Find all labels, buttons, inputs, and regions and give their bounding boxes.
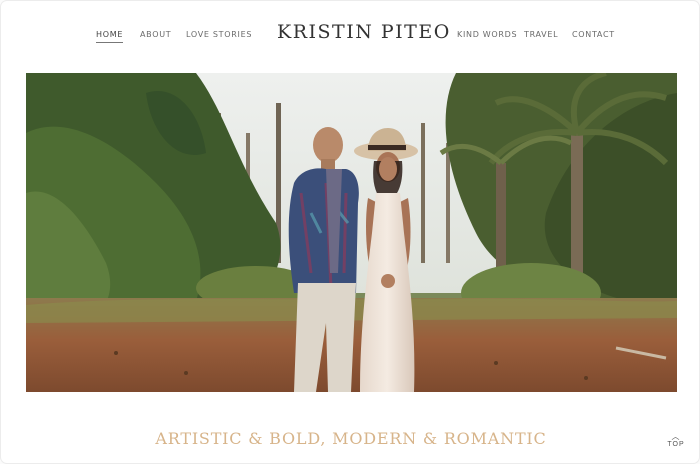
nav-item-home[interactable]: HOME [96,30,124,43]
main-navigation: HOME ABOUT LOVE STORIES KRISTIN PITEO KI… [1,1,699,71]
hero-image [26,73,677,392]
scroll-to-top-label: TOP [667,441,685,448]
nav-item-travel[interactable]: TRAVEL [524,30,558,39]
site-logo[interactable]: KRISTIN PITEO [277,21,451,43]
nav-item-love-stories[interactable]: LOVE STORIES [186,30,252,39]
nav-item-kind-words[interactable]: KIND WORDS [457,30,517,39]
page: HOME ABOUT LOVE STORIES KRISTIN PITEO KI… [1,1,699,463]
couple-portrait-photo [26,73,677,392]
scroll-to-top-button[interactable]: ︿ TOP [664,432,688,449]
nav-item-about[interactable]: ABOUT [140,30,171,39]
nav-item-contact[interactable]: CONTACT [572,30,615,39]
chevron-up-icon: ︿ [671,432,681,441]
hero-tagline: ARTISTIC & BOLD, MODERN & ROMANTIC [155,429,547,448]
